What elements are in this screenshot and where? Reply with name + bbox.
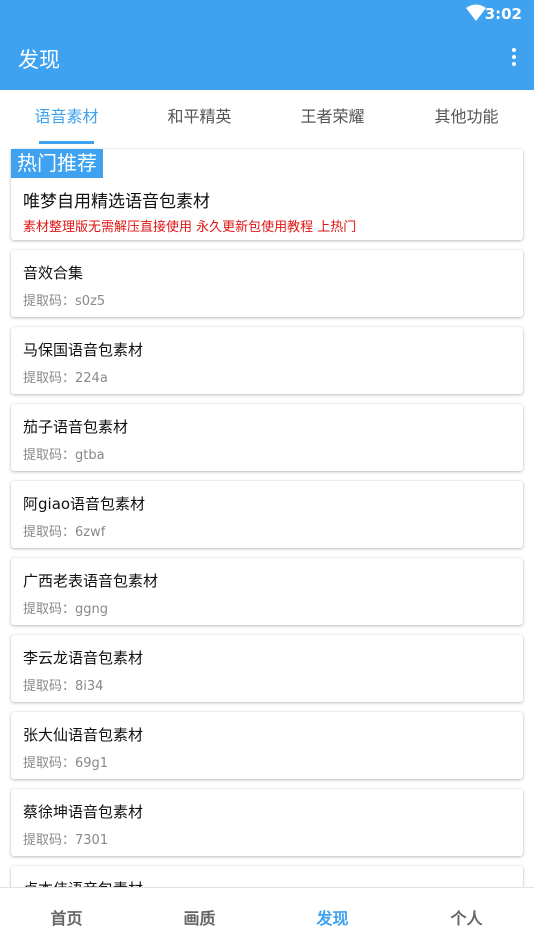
item-name: 蔡徐坤语音包素材 bbox=[23, 803, 144, 821]
list-item[interactable]: 广西老表语音包素材 提取码：ggng bbox=[11, 558, 523, 625]
item-code: 提取码：gtba bbox=[23, 448, 105, 463]
item-name: 卢本伟语音包素材 bbox=[23, 878, 143, 887]
tab-voice-material[interactable]: 语音素材 bbox=[0, 90, 133, 144]
list-item[interactable]: 茄子语音包素材 提取码：gtba bbox=[11, 404, 523, 471]
list-item[interactable]: 阿giao语音包素材 提取码：6zwf bbox=[11, 481, 523, 548]
wifi-icon bbox=[466, 4, 486, 21]
list-item[interactable]: 音效合集 提取码：s0z5 bbox=[11, 250, 523, 317]
tab-other-functions[interactable]: 其他功能 bbox=[400, 90, 533, 144]
tab-peace-elite[interactable]: 和平精英 bbox=[133, 90, 266, 144]
hot-recommend-card[interactable]: 热门推荐 唯梦自用精选语音包素材 素材整理版无需解压直接使用 永久更新包使用教程… bbox=[11, 149, 523, 240]
list-item[interactable]: 蔡徐坤语音包素材 提取码：7301 bbox=[11, 789, 523, 856]
hot-subtitle: 素材整理版无需解压直接使用 永久更新包使用教程 上热门 bbox=[23, 220, 357, 235]
hot-badge: 热门推荐 bbox=[11, 149, 103, 178]
item-code: 提取码：8i34 bbox=[23, 679, 104, 694]
list-item[interactable]: 卢本伟语音包素材 bbox=[11, 866, 523, 887]
nav-discover[interactable]: 发现 bbox=[266, 888, 399, 949]
list-item[interactable]: 李云龙语音包素材 提取码：8i34 bbox=[11, 635, 523, 702]
item-code: 提取码：224a bbox=[23, 371, 108, 386]
item-name: 李云龙语音包素材 bbox=[23, 649, 144, 667]
hot-title: 唯梦自用精选语音包素材 bbox=[23, 192, 210, 212]
status-bar: 3:02 bbox=[0, 0, 534, 28]
nav-profile[interactable]: 个人 bbox=[400, 888, 533, 949]
item-code: 提取码：69g1 bbox=[23, 756, 109, 771]
page-title: 发现 bbox=[18, 48, 60, 72]
list-item[interactable]: 张大仙语音包素材 提取码：69g1 bbox=[11, 712, 523, 779]
nav-quality[interactable]: 画质 bbox=[133, 888, 266, 949]
status-time: 3:02 bbox=[484, 5, 522, 23]
list-item[interactable]: 马保国语音包素材 提取码：224a bbox=[11, 327, 523, 394]
item-code: 提取码：6zwf bbox=[23, 525, 106, 540]
item-name: 广西老表语音包素材 bbox=[23, 572, 159, 590]
item-name: 茄子语音包素材 bbox=[23, 418, 129, 436]
item-name: 马保国语音包素材 bbox=[23, 341, 144, 359]
bottom-nav: 首页 画质 发现 个人 bbox=[0, 887, 534, 949]
item-code: 提取码：7301 bbox=[23, 833, 109, 848]
item-code: 提取码：s0z5 bbox=[23, 294, 106, 309]
item-name: 阿giao语音包素材 bbox=[23, 495, 146, 513]
nav-home[interactable]: 首页 bbox=[0, 888, 133, 949]
item-code: 提取码：ggng bbox=[23, 602, 109, 617]
app-bar: 发现 bbox=[0, 28, 534, 90]
more-options-icon[interactable] bbox=[510, 48, 518, 70]
item-name: 张大仙语音包素材 bbox=[23, 726, 144, 744]
item-name: 音效合集 bbox=[23, 264, 84, 282]
material-list[interactable]: 热门推荐 唯梦自用精选语音包素材 素材整理版无需解压直接使用 永久更新包使用教程… bbox=[0, 144, 534, 887]
tab-honor-of-kings[interactable]: 王者荣耀 bbox=[266, 90, 399, 144]
tab-bar: 语音素材 和平精英 王者荣耀 其他功能 bbox=[0, 90, 534, 144]
